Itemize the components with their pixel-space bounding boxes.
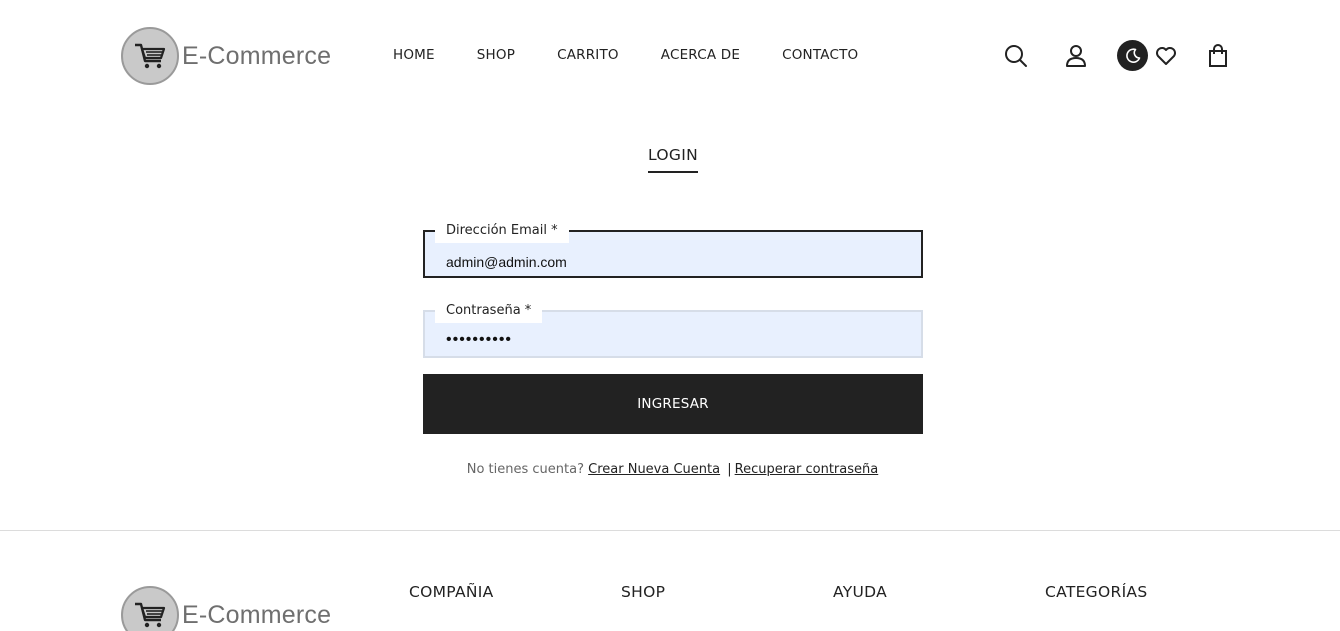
footer-logo[interactable]: E-Commerce — [121, 586, 331, 631]
no-account-text: No tienes cuenta? — [466, 462, 584, 477]
link-separator: | — [727, 462, 732, 477]
email-label: Dirección Email * — [435, 219, 569, 243]
search-icon[interactable] — [1000, 40, 1032, 72]
cart-logo-icon — [121, 27, 179, 85]
email-input[interactable] — [446, 254, 896, 270]
nav-home[interactable]: HOME — [393, 47, 435, 63]
password-label: Contraseña * — [435, 299, 543, 323]
nav-carrito[interactable]: CARRITO — [557, 47, 619, 63]
account-links: No tienes cuenta? Crear Nueva Cuenta | Re… — [0, 462, 1340, 477]
brand-logo[interactable]: E-Commerce — [121, 27, 331, 85]
email-field[interactable]: Dirección Email * — [423, 219, 923, 278]
footer-heading-shop: SHOP — [621, 583, 666, 601]
page-title: LOGIN — [648, 146, 698, 173]
nav-acerca-de[interactable]: ACERCA DE — [661, 47, 740, 63]
brand-name: E-Commerce — [182, 41, 332, 70]
footer-divider — [0, 530, 1340, 531]
user-icon[interactable] — [1060, 40, 1092, 72]
password-field[interactable]: Contraseña * — [423, 299, 923, 358]
nav-contacto[interactable]: CONTACTO — [782, 47, 858, 63]
footer-brand-name: E-Commerce — [182, 600, 332, 629]
password-input[interactable] — [446, 331, 896, 349]
nav-shop[interactable]: SHOP — [477, 47, 515, 63]
footer-heading-compania: COMPAÑIA — [409, 583, 494, 601]
moon-icon[interactable] — [1117, 40, 1148, 71]
recover-password-link[interactable]: Recuperar contraseña — [735, 462, 879, 477]
header-icons — [1000, 40, 1240, 72]
heart-icon[interactable] — [1150, 40, 1182, 72]
site-header: E-Commerce HOME SHOP CARRITO ACERCA DE C… — [0, 0, 1340, 112]
footer-heading-ayuda: AYUDA — [833, 583, 887, 601]
bag-icon[interactable] — [1202, 40, 1234, 72]
footer-heading-categorias: CATEGORÍAS — [1045, 583, 1148, 601]
submit-button[interactable]: INGRESAR — [423, 374, 923, 434]
main-nav: HOME SHOP CARRITO ACERCA DE CONTACTO — [393, 47, 900, 63]
cart-logo-icon — [121, 586, 179, 631]
create-account-link[interactable]: Crear Nueva Cuenta — [588, 462, 720, 477]
